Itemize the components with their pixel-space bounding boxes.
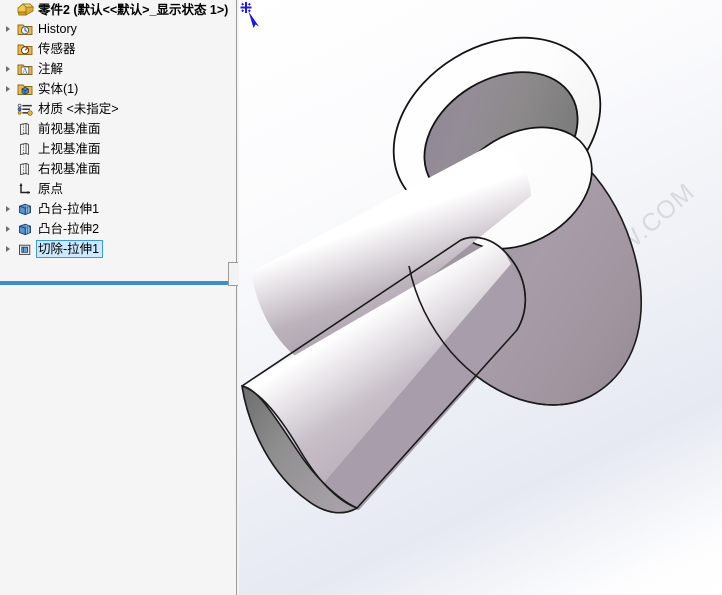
part-document-icon: [15, 1, 35, 18]
graphics-viewport[interactable]: 软件自学网 WWW.RJZXW.COM: [239, 0, 722, 595]
model-3d-render: [241, 36, 642, 514]
splitter-notch: [228, 262, 238, 286]
chevron-right-icon[interactable]: [2, 221, 15, 237]
tree-item-label: History: [38, 22, 77, 36]
tree-item-label: 切除-拉伸1: [38, 242, 100, 256]
tree-item-label: 传感器: [38, 42, 76, 56]
tree-expander-placeholder: [2, 181, 15, 197]
tree-item-label: 上视基准面: [38, 142, 101, 156]
tree-expander-placeholder: [2, 2, 15, 18]
tree-item-label: 凸台-拉伸2: [38, 222, 100, 236]
tree-item-label: 材质 <未指定>: [38, 102, 119, 116]
tree-item-right-plane[interactable]: 右视基准面: [0, 159, 236, 179]
tree-item-annotations[interactable]: A 注解: [0, 59, 236, 79]
svg-text:A: A: [22, 66, 28, 75]
tree-item-label: 注解: [38, 62, 64, 76]
chevron-right-icon[interactable]: [2, 201, 15, 217]
tree-item-top-plane[interactable]: 上视基准面: [0, 139, 236, 159]
tree-item-front-plane[interactable]: 前视基准面: [0, 119, 236, 139]
solid-bodies-folder-icon: [15, 81, 35, 98]
tree-item-solid-bodies[interactable]: 实体(1): [0, 79, 236, 99]
cut-extrude-icon: [15, 241, 35, 258]
tree-expander-placeholder: [2, 41, 15, 57]
model-geometry: [241, 36, 642, 514]
tree-item-history[interactable]: History: [0, 19, 236, 39]
material-icon: [15, 101, 35, 118]
plane-icon: [15, 141, 35, 158]
tree-expander-placeholder: [2, 141, 15, 157]
tree-expander-placeholder: [2, 101, 15, 117]
tree-item-label: 右视基准面: [38, 162, 101, 176]
sensors-folder-icon: [15, 41, 35, 58]
tree-item-label: 实体(1): [38, 82, 79, 96]
tree-item-label: 前视基准面: [38, 122, 101, 136]
tree-item-cut-extrude-1[interactable]: 切除-拉伸1: [0, 239, 236, 259]
boss-extrude-icon: [15, 201, 35, 218]
plane-icon: [15, 121, 35, 138]
tree-item-material[interactable]: 材质 <未指定>: [0, 99, 236, 119]
chevron-right-icon[interactable]: [2, 61, 15, 77]
origin-icon: [15, 181, 35, 198]
rollback-bar[interactable]: [0, 281, 230, 285]
history-folder-icon: [15, 21, 35, 38]
part-title-label: 零件2 (默认<<默认>_显示状态 1>): [38, 2, 229, 17]
chevron-right-icon[interactable]: [2, 81, 15, 97]
tree-item-label: 原点: [38, 182, 64, 196]
chevron-right-icon[interactable]: [2, 241, 15, 257]
tree-item-label: 凸台-拉伸1: [38, 202, 100, 216]
tree-item-origin[interactable]: 原点: [0, 179, 236, 199]
tree-item-sensors[interactable]: 传感器: [0, 39, 236, 59]
feature-manager-panel: 零件2 (默认<<默认>_显示状态 1>) History 传感器 A 注解 实…: [0, 0, 236, 595]
tree-item-boss-extrude-2[interactable]: 凸台-拉伸2: [0, 219, 236, 239]
tree-item-boss-extrude-1[interactable]: 凸台-拉伸1: [0, 199, 236, 219]
annotations-folder-icon: A: [15, 61, 35, 78]
boss-extrude-icon: [15, 221, 35, 238]
tree-item-part-title[interactable]: 零件2 (默认<<默认>_显示状态 1>): [0, 0, 236, 19]
tree-expander-placeholder: [2, 121, 15, 137]
tree-expander-placeholder: [2, 161, 15, 177]
chevron-right-icon[interactable]: [2, 21, 15, 37]
solidworks-window: 零件2 (默认<<默认>_显示状态 1>) History 传感器 A 注解 实…: [0, 0, 722, 595]
plane-icon: [15, 161, 35, 178]
feature-tree: 零件2 (默认<<默认>_显示状态 1>) History 传感器 A 注解 实…: [0, 0, 236, 259]
